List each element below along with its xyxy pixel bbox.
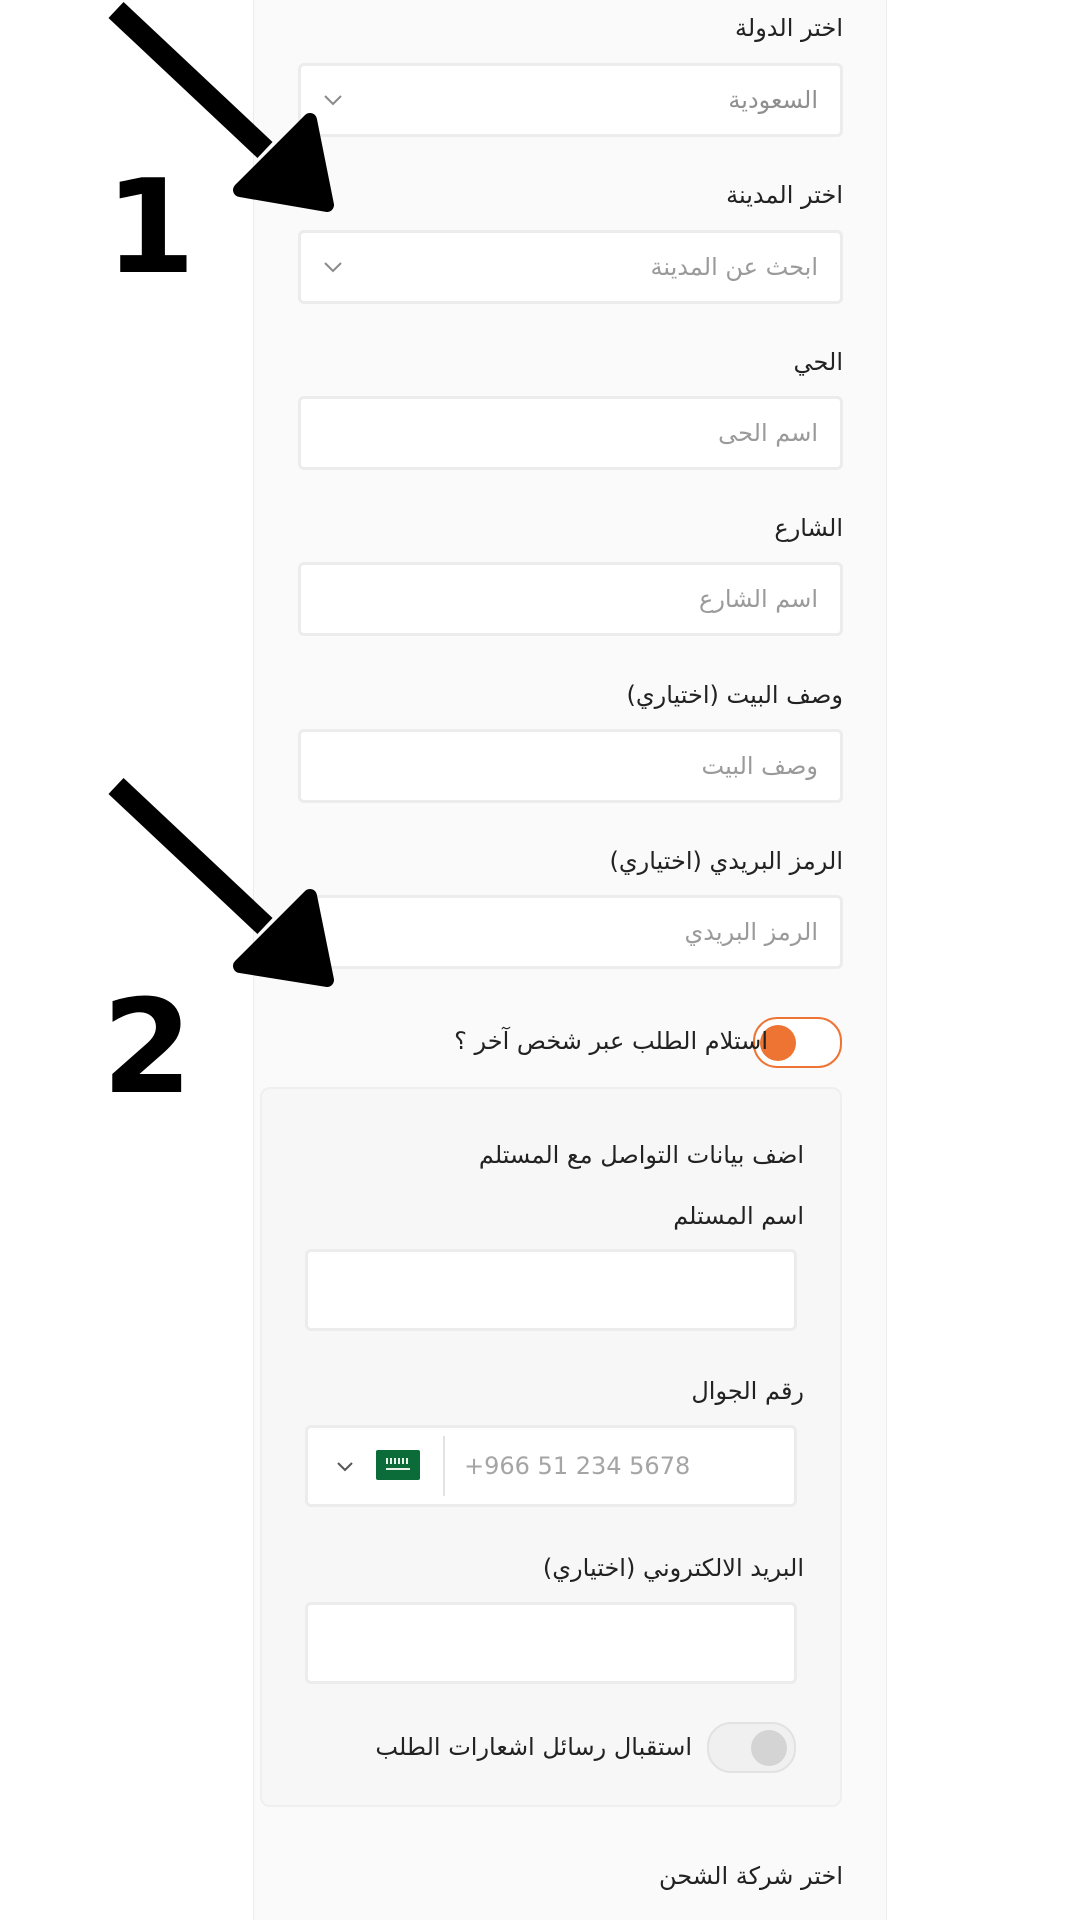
annotation-marker-2: 2 [102, 971, 193, 1123]
annotation-marker-1: 1 [105, 151, 196, 303]
arrow-down-right-icon [108, 777, 334, 987]
